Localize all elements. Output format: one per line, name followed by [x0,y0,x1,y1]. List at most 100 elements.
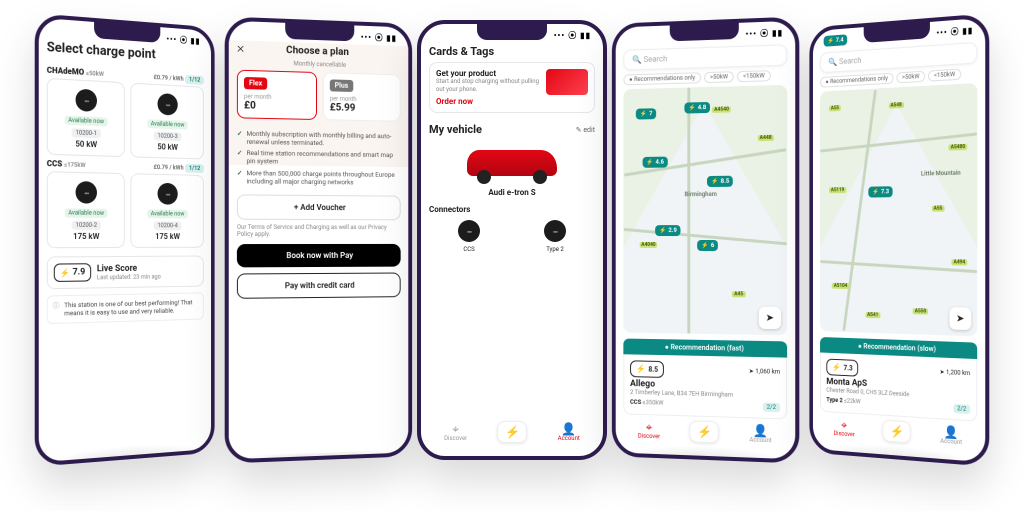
nav-charge[interactable]: ⚡ [690,420,720,443]
type2-icon [544,220,566,242]
eon-card-image [546,69,588,95]
nav-discover[interactable]: ⌖Discover [638,420,660,440]
plan-feature: More than 500,000 charge points througho… [237,169,401,187]
nav-account[interactable]: 👤Account [558,423,580,442]
map-pin[interactable]: 2.9 [655,225,680,236]
nav-account[interactable]: 👤Account [749,424,771,444]
recommendation-card[interactable]: 8.5 ➤ 1,060 km Allego 2 Timberley Lane, … [623,354,787,419]
cards-tags-title: Cards & Tags [429,43,595,62]
status-icons: ••• ⦿ ▮▮ [361,32,397,44]
plan-plus[interactable]: Plus per month £5.99 [323,72,401,122]
nav-charge[interactable]: ⚡ [497,421,527,443]
chademo-icon [158,93,178,116]
road-label: A4540 [712,106,731,112]
bolt-icon: ⚡ [690,420,720,443]
road-label: A45 [732,291,745,297]
edit-vehicle-link[interactable]: edit [576,126,595,134]
city-label: Birmingham [684,191,716,198]
road-label: A5104 [832,282,849,288]
plan-price: £0 [244,100,310,113]
status-badge: Available now [147,209,188,218]
price-label: £0.79 / kWh [154,164,184,172]
top-score-pin: 7.4 [824,34,848,46]
phone-charge-point: ••• ⦿ ▮▮ Select charge point CHAdeMO ≤50… [35,13,215,467]
compass-icon: ⌖ [638,420,660,433]
charge-point-card[interactable]: Available now 10200-1 50 kW [47,78,125,157]
chademo-icon [76,89,97,112]
status-icons: ••• ⦿ ▮▮ [936,25,973,39]
status-badge: Available now [64,208,108,218]
map-pin[interactable]: 7 [636,108,656,119]
road-label: A55 [829,105,841,111]
filter-chip[interactable]: <150kW [737,70,771,82]
phone-map-fast: ••• ⦿ ▮▮ 🔍 Search ● Recommendations only… [612,16,799,463]
ccs-icon [458,220,480,242]
credit-card-button[interactable]: Pay with credit card [237,273,401,299]
status-icons: ••• ⦿ ▮▮ [745,27,783,39]
bottom-nav: ⌖Discover ⚡ 👤Account [429,417,595,445]
order-now-link[interactable]: Order now [436,97,588,106]
station-score: 7.3 [826,359,858,377]
bolt-icon: ⚡ [497,421,527,443]
charge-point-id: 10200-2 [72,221,101,230]
connector-label: Type 2 [515,246,595,253]
distance-label: ➤ 1,060 km [749,368,780,376]
nav-account[interactable]: 👤Account [940,425,962,446]
vehicle-name: Audi e-tron S [429,188,595,197]
apple-pay-button[interactable]: Book now with Pay [237,244,401,267]
compass-icon: ⌖ [444,423,467,435]
ccs-icon [158,183,178,205]
last-updated: Last updated: 23 min ago [97,273,161,281]
power-label: 175 kW [137,232,198,241]
road-label: A5480 [949,144,968,151]
filter-chip[interactable]: >50kW [704,71,734,83]
status-icons: ••• ⦿ ▮▮ [166,34,200,47]
distance-label: ➤ 1,200 km [940,369,971,378]
phone-account: ••• ⦿ ▮▮ Cards & Tags Get your product S… [417,20,607,460]
plan-flex[interactable]: Flex per month £0 [237,70,317,120]
bottom-nav: ⌖Discover ⚡ 👤Account [623,414,787,447]
filter-chip[interactable]: ● Recommendations only [623,72,701,85]
road-label: A448 [758,135,774,141]
my-vehicle-title: My vehicle [429,123,482,136]
filter-chip[interactable]: >50kW [896,71,925,84]
map-pin[interactable]: 4.8 [684,102,710,114]
nav-charge[interactable]: ⚡ [883,420,911,444]
power-label: 50 kW [54,139,118,150]
search-input[interactable]: 🔍 Search [623,44,787,70]
plan-feature: Real time station recommendations and sm… [237,149,401,168]
filter-chip[interactable]: ● Recommendations only [820,73,894,88]
close-button[interactable]: × [237,40,244,56]
charge-point-card[interactable]: Available now 10200-3 50 kW [130,83,204,160]
station-score: 8.5 [630,360,664,378]
filter-chip[interactable]: <150kW [928,69,961,82]
add-voucher-button[interactable]: + Add Voucher [237,194,401,220]
charge-point-id: 10200-1 [72,128,101,138]
connector-type-label: CHAdeMO [47,66,84,77]
map-view[interactable]: A4540 A448 A4040 A45 Birmingham 4.8 8.5 … [623,85,787,335]
power-limit: ≤350kW [643,399,664,407]
charge-point-card[interactable]: Available now 10200-2 175 kW [47,171,125,248]
plan-price: £5.99 [330,102,394,114]
road-label: A494 [951,259,967,265]
status-icons: ••• ⦿ ▮▮ [554,30,591,41]
nav-discover[interactable]: ⌖Discover [444,423,467,442]
connector-type-label: CCS [630,399,641,406]
locate-button[interactable]: ➤ [949,307,971,330]
availability-count: 2/2 [953,404,970,414]
power-label: 50 kW [137,142,198,153]
road-label: A548 [889,102,904,109]
road-label: A550 [913,308,928,314]
map-view[interactable]: A55 A548 A5480 A55 A5119 A494 A550 A5104… [820,83,977,337]
recommendation-card[interactable]: 7.3 ➤ 1,200 km Monta ApS Chester Road 0,… [820,352,977,421]
live-score-card[interactable]: 7.9 Live Score Last updated: 23 min ago [47,256,204,290]
map-pin[interactable]: 8.5 [707,176,733,187]
nav-discover[interactable]: ⌖Discover [834,418,855,438]
plan-name: Flex [244,77,267,90]
locate-button[interactable]: ➤ [759,307,781,330]
map-pin[interactable]: 7.3 [868,186,892,197]
charge-point-card[interactable]: Available now 10200-4 175 kW [130,173,204,248]
map-pin[interactable]: 4.6 [642,157,667,168]
filter-bar: ● Recommendations only >50kW <150kW [623,70,787,86]
map-pin[interactable]: 6 [698,240,719,251]
